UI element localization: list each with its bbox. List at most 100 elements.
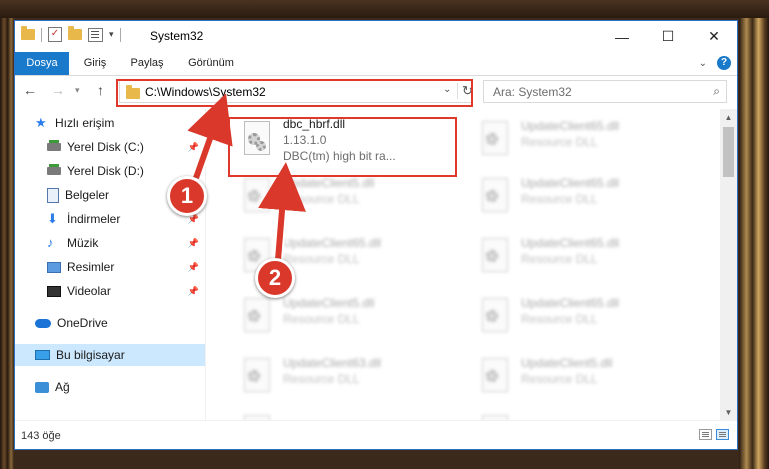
close-button[interactable]: ✕ <box>691 21 737 52</box>
file-name: UpdateClient5.dll <box>283 176 375 190</box>
dll-file-icon <box>241 358 275 396</box>
sidebar-item-local-disk-c[interactable]: Yerel Disk (C:) 📌 <box>15 136 205 158</box>
dll-file-icon <box>241 178 275 216</box>
file-tile[interactable]: UpdateClient5.dll Resource DLL <box>473 352 703 402</box>
scroll-down-icon[interactable]: ▼ <box>720 404 737 421</box>
expand-ribbon-icon[interactable]: ⌄ <box>699 58 707 69</box>
file-name: UpdateClient5.dll <box>283 296 375 310</box>
sidebar-item-network[interactable]: Ağ <box>15 376 205 398</box>
quick-access-toolbar: ✓ ▾ <box>21 26 121 42</box>
document-icon <box>47 187 59 203</box>
ribbon-tabs: Dosya Giriş Paylaş Görünüm ⌄ ? <box>15 52 737 76</box>
cloud-icon <box>35 318 51 328</box>
dll-file-icon <box>241 298 275 336</box>
file-name: UpdateClient5.dll <box>521 356 613 370</box>
properties-check-icon[interactable]: ✓ <box>48 27 62 42</box>
status-bar: 143 öğe <box>15 420 737 449</box>
tiles-view-icon[interactable] <box>716 429 729 440</box>
recent-locations-icon[interactable]: ▾ <box>75 85 80 96</box>
sidebar-item-label: Hızlı erişim <box>55 116 115 130</box>
minimize-button[interactable]: — <box>599 21 645 52</box>
scroll-up-icon[interactable]: ▲ <box>720 109 737 126</box>
wallpaper-right <box>739 0 769 469</box>
pin-icon[interactable]: 📌 <box>188 142 199 153</box>
scroll-thumb[interactable] <box>723 127 734 177</box>
tab-home[interactable]: Giriş <box>75 52 115 75</box>
network-icon <box>35 381 49 393</box>
search-icon[interactable]: ⌕ <box>713 84 720 99</box>
sidebar-item-label: Yerel Disk (D:) <box>67 164 144 178</box>
pin-icon[interactable]: 📌 <box>188 262 199 273</box>
search-box[interactable]: Ara: System32 ⌕ <box>483 80 727 103</box>
dll-file-icon <box>479 358 513 396</box>
search-placeholder[interactable]: Ara: System32 <box>493 85 572 99</box>
file-tile[interactable]: UpdateClient65.dll Resource DLL <box>473 115 703 165</box>
file-tile[interactable]: UpdateClient63.dll Resource DLL <box>235 352 465 402</box>
dll-file-icon <box>479 298 513 336</box>
navigation-pane: ★ Hızlı erişim Yerel Disk (C:) 📌 Yerel D… <box>15 109 205 421</box>
item-count: 143 öğe <box>21 430 61 442</box>
disk-icon <box>47 164 61 175</box>
sidebar-item-label: Videolar <box>67 284 111 298</box>
file-description: Resource DLL <box>521 192 598 206</box>
details-view-icon[interactable] <box>699 429 712 440</box>
sidebar-item-quick-access[interactable]: ★ Hızlı erişim <box>15 112 205 134</box>
wallpaper-bottom <box>0 0 769 18</box>
file-description: Resource DLL <box>283 372 360 386</box>
file-name: UpdateClient63.dll <box>283 356 382 370</box>
dll-file-icon <box>479 121 513 159</box>
sidebar-item-music[interactable]: ♪ Müzik 📌 <box>15 232 205 254</box>
download-icon: ⬇ <box>47 211 58 226</box>
star-icon: ★ <box>35 115 47 130</box>
forward-arrow-icon[interactable]: → <box>51 82 65 98</box>
wallpaper-left <box>0 0 14 469</box>
file-tile[interactable]: UpdateClient5.dll Resource DLL <box>235 292 465 342</box>
step-1-badge: 1 <box>167 176 207 216</box>
file-tile[interactable]: UpdateClient65.dll Resource DLL <box>473 292 703 342</box>
sidebar-item-videos[interactable]: Videolar 📌 <box>15 280 205 302</box>
sidebar-item-label: Yerel Disk (C:) <box>67 140 144 154</box>
tab-view[interactable]: Görünüm <box>181 52 241 75</box>
customize-toolbar-icon[interactable]: ▾ <box>109 29 114 40</box>
sidebar-item-pictures[interactable]: Resimler 📌 <box>15 256 205 278</box>
sidebar-item-label: Resimler <box>67 260 115 274</box>
title-bar: ✓ ▾ System32 — ☐ ✕ <box>15 21 737 52</box>
file-name: UpdateClient65.dll <box>521 176 620 190</box>
window-controls: — ☐ ✕ <box>599 21 737 52</box>
disk-icon <box>47 140 61 151</box>
pin-icon[interactable]: 📌 <box>188 238 199 249</box>
vertical-scrollbar[interactable]: ▲ ▼ <box>720 109 737 421</box>
sidebar-item-this-pc[interactable]: Bu bilgisayar <box>15 344 205 366</box>
file-tile[interactable]: UpdateClient65.dll Resource DLL <box>473 232 703 282</box>
back-arrow-icon[interactable]: ← <box>23 82 37 98</box>
tab-share[interactable]: Paylaş <box>123 52 171 75</box>
file-tile[interactable]: UpdateClient65.dll Resource DLL <box>473 172 703 222</box>
picture-icon <box>47 261 61 273</box>
file-description: Resource DLL <box>521 312 598 326</box>
pin-icon[interactable]: 📌 <box>188 286 199 297</box>
video-icon <box>47 285 61 297</box>
sidebar-item-label: OneDrive <box>57 316 108 330</box>
file-description: Resource DLL <box>283 312 360 326</box>
sidebar-item-label: İndirmeler <box>67 212 121 226</box>
music-icon: ♪ <box>47 235 54 250</box>
file-tile[interactable]: UpdateClient5.dll Resource DLL <box>235 172 465 222</box>
dll-file-icon <box>479 238 513 276</box>
sidebar-item-label: Belgeler <box>65 188 110 202</box>
up-arrow-icon[interactable]: ↑ <box>97 82 104 98</box>
pane-divider[interactable] <box>205 109 206 421</box>
help-icon[interactable]: ? <box>717 56 731 70</box>
dll-file-icon <box>479 178 513 216</box>
maximize-button[interactable]: ☐ <box>645 21 691 52</box>
sidebar-item-label: Müzik <box>67 236 99 250</box>
new-folder-icon[interactable] <box>68 26 82 40</box>
address-bar-highlight <box>116 79 473 107</box>
file-description: Resource DLL <box>521 372 598 386</box>
file-description: Resource DLL <box>521 135 598 149</box>
sidebar-item-label: Bu bilgisayar <box>56 348 125 362</box>
file-name: UpdateClient65.dll <box>521 296 620 310</box>
sidebar-item-label: Ağ <box>55 380 70 394</box>
tab-file[interactable]: Dosya <box>15 52 69 75</box>
sidebar-item-onedrive[interactable]: OneDrive <box>15 312 205 334</box>
properties-icon[interactable] <box>88 27 103 42</box>
